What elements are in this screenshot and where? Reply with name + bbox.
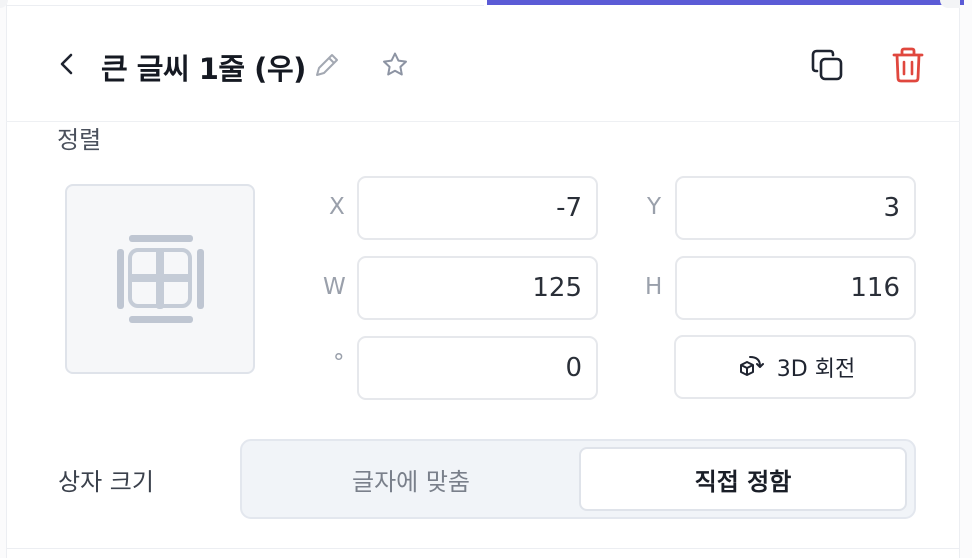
rename-button[interactable] xyxy=(312,50,342,80)
divider xyxy=(6,548,960,549)
delete-button[interactable] xyxy=(890,46,926,84)
back-button[interactable] xyxy=(56,52,80,76)
layer-title: 큰 글씨 1줄 (우) xyxy=(101,52,306,86)
manual-size-option[interactable]: 직접 정함 xyxy=(579,447,907,511)
y-input[interactable]: 3 xyxy=(675,176,916,240)
active-tab-indicator xyxy=(487,0,964,5)
tab-inactive-line xyxy=(6,0,484,6)
corner-decoration xyxy=(940,0,960,8)
cube-rotate-icon xyxy=(739,356,764,376)
duplicate-button[interactable] xyxy=(808,46,846,84)
back-icon xyxy=(60,53,73,75)
rotation-input[interactable]: 0 xyxy=(357,336,598,400)
fit-to-text-option[interactable]: 글자에 맞춤 xyxy=(248,447,574,511)
width-input[interactable]: 125 xyxy=(357,256,598,320)
rotate-3d-label: 3D 회전 xyxy=(776,357,856,382)
y-label: Y xyxy=(647,194,662,220)
alignment-picker[interactable] xyxy=(65,184,255,374)
star-icon xyxy=(383,52,407,76)
trash-icon xyxy=(892,47,924,83)
rotate-3d-button[interactable]: 3D 회전 xyxy=(674,335,916,399)
x-input[interactable]: -7 xyxy=(357,176,598,240)
copy-icon xyxy=(811,49,843,81)
w-label: W xyxy=(323,274,346,300)
rotation-label: ° xyxy=(333,350,345,376)
height-input[interactable]: 116 xyxy=(675,256,916,320)
align-grid-icon xyxy=(117,235,204,323)
h-label: H xyxy=(645,274,663,300)
pencil-icon xyxy=(316,54,338,76)
x-label: X xyxy=(329,194,345,220)
box-size-toggle: 글자에 맞춤 직접 정함 xyxy=(240,439,916,519)
panel-header: 큰 글씨 1줄 (우) xyxy=(6,8,960,122)
favorite-button[interactable] xyxy=(380,50,410,80)
alignment-label: 정렬 xyxy=(57,126,102,154)
box-size-label: 상자 크기 xyxy=(58,468,154,496)
